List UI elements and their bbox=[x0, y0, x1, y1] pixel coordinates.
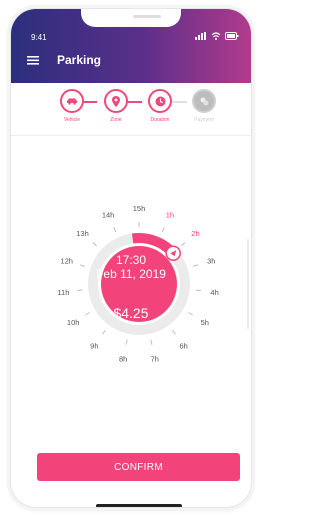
hour-label[interactable]: 13h bbox=[76, 229, 89, 238]
hour-tick bbox=[172, 329, 176, 335]
phone-frame: 9:41 Parking Vehicle Zone Duration Payme… bbox=[10, 8, 252, 508]
hour-tick bbox=[195, 289, 201, 291]
start-time: 17:30 bbox=[115, 253, 147, 267]
hour-label[interactable]: 11h bbox=[57, 288, 69, 297]
hour-label[interactable]: 7h bbox=[151, 354, 159, 363]
hour-label[interactable]: 6h bbox=[179, 341, 187, 350]
edge-handle bbox=[247, 239, 249, 329]
hour-tick bbox=[161, 227, 165, 233]
home-indicator bbox=[96, 504, 182, 507]
hour-tick bbox=[181, 242, 186, 247]
hour-tick bbox=[113, 227, 117, 233]
hour-tick bbox=[92, 242, 97, 247]
hour-label[interactable]: 8h bbox=[119, 354, 127, 363]
price-value: $4.25 bbox=[113, 305, 149, 321]
hour-tick bbox=[125, 339, 128, 345]
hour-label[interactable]: 14h bbox=[102, 211, 115, 220]
hour-label[interactable]: 2h bbox=[191, 229, 199, 238]
hour-label[interactable]: 9h bbox=[90, 341, 98, 350]
confirm-button[interactable]: CONFIRM bbox=[37, 453, 240, 481]
hour-label[interactable]: 4h bbox=[210, 288, 218, 297]
hour-label[interactable]: 1h bbox=[166, 211, 174, 220]
hour-tick bbox=[77, 289, 83, 291]
start-date: Feb 11, 2019 bbox=[96, 267, 166, 281]
hour-tick bbox=[102, 329, 106, 335]
duration-dial[interactable]: 15h1h2h3h4h5h6h7h8h9h10h11h12h13h14h bbox=[11, 9, 251, 439]
hour-label[interactable]: 15h bbox=[133, 204, 146, 213]
hour-tick bbox=[150, 339, 153, 345]
